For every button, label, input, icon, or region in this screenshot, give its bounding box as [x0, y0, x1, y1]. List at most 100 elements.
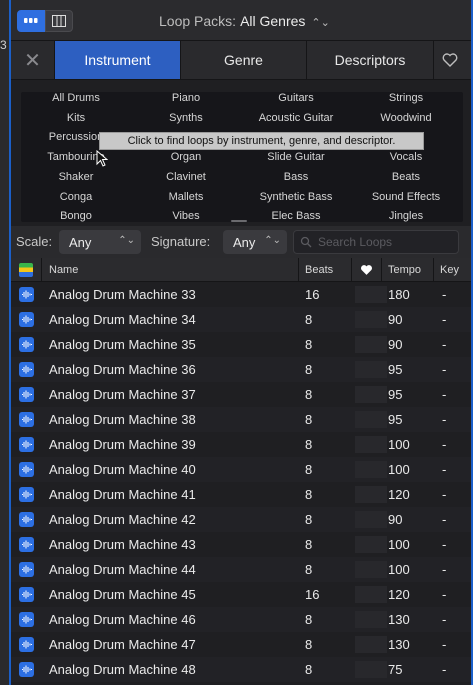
keyword-button[interactable]: Woodwind [351, 112, 461, 124]
loop-key: - [442, 287, 447, 302]
table-row[interactable]: Analog Drum Machine 40 8 100 - [11, 457, 471, 482]
search-input[interactable]: Search Loops [293, 230, 459, 254]
favorite-checkbox[interactable] [355, 286, 387, 303]
column-view-icon [52, 15, 66, 27]
table-row[interactable]: Analog Drum Machine 42 8 90 - [11, 507, 471, 532]
keyword-button[interactable]: Beats [351, 171, 461, 183]
favorite-checkbox[interactable] [355, 511, 387, 528]
heart-icon[interactable] [360, 264, 373, 276]
keyword-button[interactable]: Synthetic Bass [241, 191, 351, 203]
search-icon [300, 236, 312, 248]
favorite-checkbox[interactable] [355, 311, 387, 328]
column-view-button[interactable] [45, 10, 73, 32]
keyword-button[interactable]: Conga [21, 191, 131, 203]
table-row[interactable]: Analog Drum Machine 34 8 90 - [11, 307, 471, 332]
audio-loop-icon [19, 537, 34, 552]
audio-loop-icon [19, 637, 34, 652]
resize-handle[interactable] [231, 220, 247, 222]
table-row[interactable]: Analog Drum Machine 36 8 95 - [11, 357, 471, 382]
keyword-button[interactable]: All Drums [21, 92, 131, 104]
keyword-button[interactable]: Jingles [351, 210, 461, 222]
pointer-cursor-icon [96, 150, 108, 167]
loop-beats: 8 [305, 662, 313, 677]
keyword-button[interactable]: Tambourine [21, 151, 131, 163]
keyword-button[interactable]: Vibes [131, 210, 241, 222]
keyword-button[interactable]: Sound Effects [351, 191, 461, 203]
keyword-button[interactable]: Clavinet [131, 171, 241, 183]
keyword-button[interactable]: Slide Guitar [241, 151, 351, 163]
favorite-checkbox[interactable] [355, 436, 387, 453]
reset-button[interactable]: ✕ [11, 41, 55, 79]
keyword-button[interactable]: Mallets [131, 191, 241, 203]
loop-type-column-icon[interactable] [19, 263, 33, 277]
tab-instrument[interactable]: Instrument [55, 41, 181, 79]
loop-key: - [442, 612, 447, 627]
keyword-button[interactable]: Acoustic Guitar [241, 112, 351, 124]
favorite-checkbox[interactable] [355, 486, 387, 503]
loop-key: - [442, 587, 447, 602]
column-key[interactable]: Key [440, 264, 459, 276]
table-header: Name Beats Tempo Key [11, 258, 471, 282]
tab-genre[interactable]: Genre [181, 41, 307, 79]
favorite-checkbox[interactable] [355, 461, 387, 478]
loop-key: - [442, 487, 447, 502]
favorite-checkbox[interactable] [355, 611, 387, 628]
table-row[interactable]: Analog Drum Machine 33 16 180 - [11, 282, 471, 307]
keyword-button[interactable]: Synths [131, 112, 241, 124]
table-row[interactable]: Analog Drum Machine 35 8 90 - [11, 332, 471, 357]
table-row[interactable]: Analog Drum Machine 41 8 120 - [11, 482, 471, 507]
keyword-button[interactable]: Shaker [21, 171, 131, 183]
column-beats[interactable]: Beats [305, 264, 333, 276]
table-row[interactable]: Analog Drum Machine 44 8 100 - [11, 557, 471, 582]
favorite-checkbox[interactable] [355, 386, 387, 403]
loop-name: Analog Drum Machine 46 [49, 612, 196, 627]
favorite-checkbox[interactable] [355, 361, 387, 378]
favorite-checkbox[interactable] [355, 636, 387, 653]
table-row[interactable]: Analog Drum Machine 45 16 120 - [11, 582, 471, 607]
view-toggle [17, 10, 73, 32]
loop-beats: 8 [305, 412, 313, 427]
favorite-checkbox[interactable] [355, 411, 387, 428]
favorite-checkbox[interactable] [355, 661, 387, 678]
loop-tempo: 100 [388, 437, 410, 452]
tab-descriptors[interactable]: Descriptors [307, 41, 434, 79]
favorite-checkbox[interactable] [355, 586, 387, 603]
loop-tempo: 95 [388, 387, 403, 402]
scale-select[interactable]: Any ⌃⌄ [59, 230, 141, 254]
keyword-button[interactable]: Elec Bass [241, 210, 351, 222]
table-row[interactable]: Analog Drum Machine 46 8 130 - [11, 607, 471, 632]
table-row[interactable]: Analog Drum Machine 43 8 100 - [11, 532, 471, 557]
keyword-button[interactable]: Piano [131, 92, 241, 104]
loop-tempo: 95 [388, 412, 403, 427]
keyword-button[interactable]: Strings [351, 92, 461, 104]
favorite-checkbox[interactable] [355, 561, 387, 578]
keyword-button[interactable]: Guitars [241, 92, 351, 104]
loop-key: - [442, 387, 447, 402]
loop-name: Analog Drum Machine 37 [49, 387, 196, 402]
keyword-button[interactable]: Bass [241, 171, 351, 183]
favorite-checkbox[interactable] [355, 536, 387, 553]
loop-tempo: 100 [388, 562, 410, 577]
signature-select[interactable]: Any ⌃⌄ [223, 230, 287, 254]
table-row[interactable]: Analog Drum Machine 38 8 95 - [11, 407, 471, 432]
edge-number: 3 [0, 38, 7, 52]
table-row[interactable]: Analog Drum Machine 37 8 95 - [11, 382, 471, 407]
table-row[interactable]: Analog Drum Machine 48 8 75 - [11, 657, 471, 682]
table-row[interactable]: Analog Drum Machine 47 8 130 - [11, 632, 471, 657]
keyword-button[interactable]: Vocals [351, 151, 461, 163]
loop-key: - [442, 437, 447, 452]
column-tempo[interactable]: Tempo [388, 264, 421, 276]
favorite-checkbox[interactable] [355, 336, 387, 353]
loop-name: Analog Drum Machine 47 [49, 637, 196, 652]
column-name[interactable]: Name [49, 264, 78, 276]
keyword-button[interactable]: Bongo [21, 210, 131, 222]
audio-loop-icon [19, 562, 34, 577]
keyword-button[interactable]: Kits [21, 112, 131, 124]
table-row[interactable]: Analog Drum Machine 39 8 100 - [11, 432, 471, 457]
tab-label: Instrument [84, 52, 151, 68]
filter-bar: Scale: Any ⌃⌄ Signature: Any ⌃⌄ Search Loo… [11, 226, 471, 258]
loop-packs-selector[interactable]: Loop Packs: All Genres ⌃⌄ [159, 13, 330, 29]
favorites-tab[interactable] [434, 41, 465, 79]
button-view-button[interactable] [17, 10, 45, 32]
keyword-button[interactable]: Organ [131, 151, 241, 163]
